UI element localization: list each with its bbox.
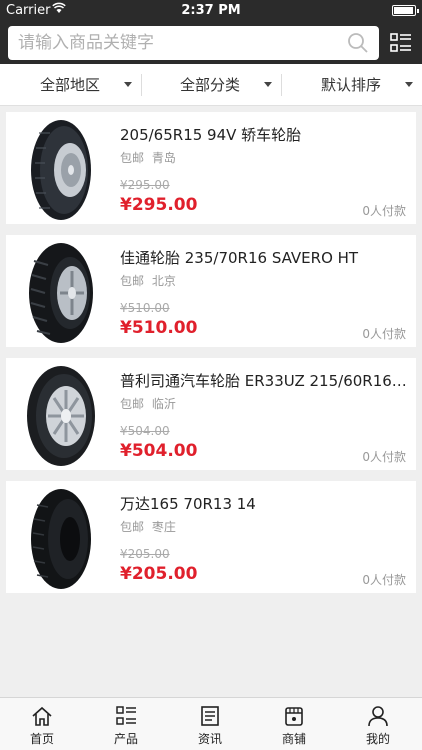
product-title[interactable]: 万达165 70R13 14 — [120, 493, 410, 514]
product-meta: 包邮 枣庄 — [120, 518, 180, 535]
divider — [141, 74, 142, 96]
tab-products[interactable]: 产品 — [84, 698, 168, 750]
product-meta: 包邮 北京 — [120, 272, 180, 289]
tab-shop[interactable]: 商铺 — [252, 698, 336, 750]
tire-image — [29, 243, 93, 343]
paid-count: 0人付款 — [362, 450, 406, 464]
shipping-label: 包邮 — [120, 274, 145, 288]
shipping-label: 包邮 — [120, 397, 145, 411]
user-icon — [368, 706, 388, 727]
shipping-label: 包邮 — [120, 520, 145, 534]
original-price: ¥295.00 — [120, 178, 170, 192]
original-price: ¥504.00 — [120, 424, 170, 438]
filter-sort[interactable]: 默认排序 — [321, 64, 417, 106]
tab-shop-label: 商铺 — [281, 732, 306, 746]
product-list-icon — [116, 706, 136, 725]
bottom-tab-bar: 首页 产品 资讯 商铺 我的 — [0, 697, 422, 750]
sale-price: ¥510.00 — [120, 318, 198, 338]
tab-news[interactable]: 资讯 — [168, 698, 252, 750]
search-icon[interactable] — [347, 32, 369, 54]
status-bar: Carrier 2:37 PM — [0, 0, 422, 22]
product-card[interactable]: 普利司通汽车轮胎 ER33UZ 215/60R16 95V 包邮 临沂 ¥504… — [6, 358, 416, 470]
product-title[interactable]: 佳通轮胎 235/70R16 SAVERO HT — [120, 247, 410, 268]
location-label: 临沂 — [151, 397, 176, 411]
tire-image — [27, 366, 95, 466]
location-label: 北京 — [151, 274, 176, 288]
chevron-down-icon — [264, 82, 272, 87]
product-meta: 包邮 临沂 — [120, 395, 180, 412]
sale-price: ¥205.00 — [120, 564, 198, 584]
location-label: 枣庄 — [151, 520, 176, 534]
app-header: Carrier 2:37 PM — [0, 0, 422, 64]
original-price: ¥510.00 — [120, 301, 170, 315]
tab-home-label: 首页 — [29, 732, 54, 746]
category-menu-icon[interactable] — [390, 32, 412, 54]
product-card[interactable]: 205/65R15 94V 轿车轮胎 包邮 青岛 ¥295.00 ¥295.00… — [6, 112, 416, 224]
filter-region-label: 全部地区 — [40, 76, 101, 94]
filter-bar: 全部地区 全部分类 默认排序 — [0, 64, 422, 106]
filter-category[interactable]: 全部分类 — [180, 64, 280, 106]
filter-sort-label: 默认排序 — [321, 76, 382, 94]
chevron-down-icon — [124, 82, 132, 87]
filter-category-label: 全部分类 — [180, 76, 241, 94]
battery-icon — [392, 5, 419, 16]
tire-image — [31, 120, 91, 220]
filter-region[interactable]: 全部地区 — [40, 64, 140, 106]
tab-news-label: 资讯 — [197, 732, 222, 746]
shipping-label: 包邮 — [120, 151, 145, 165]
product-title[interactable]: 205/65R15 94V 轿车轮胎 — [120, 124, 410, 145]
sale-price: ¥504.00 — [120, 441, 198, 461]
product-title[interactable]: 普利司通汽车轮胎 ER33UZ 215/60R16 95V — [120, 370, 410, 391]
location-label: 青岛 — [151, 151, 176, 165]
paid-count: 0人付款 — [362, 327, 406, 341]
tab-profile[interactable]: 我的 — [336, 698, 420, 750]
tab-products-label: 产品 — [113, 732, 138, 746]
search-input[interactable] — [8, 26, 338, 60]
search-box[interactable] — [8, 26, 379, 60]
chevron-down-icon — [405, 82, 413, 87]
news-icon — [201, 706, 219, 726]
tire-image — [31, 489, 91, 589]
paid-count: 0人付款 — [362, 573, 406, 587]
tab-profile-label: 我的 — [365, 732, 390, 746]
product-meta: 包邮 青岛 — [120, 149, 180, 166]
shop-icon — [285, 707, 303, 726]
paid-count: 0人付款 — [362, 204, 406, 218]
sale-price: ¥295.00 — [120, 195, 198, 215]
original-price: ¥205.00 — [120, 547, 170, 561]
product-card[interactable]: 万达165 70R13 14 包邮 枣庄 ¥205.00 ¥205.00 0人付… — [6, 481, 416, 593]
tab-home[interactable]: 首页 — [0, 698, 84, 750]
divider — [281, 74, 282, 96]
home-icon — [32, 706, 52, 726]
clock: 2:37 PM — [181, 3, 241, 18]
product-card[interactable]: 佳通轮胎 235/70R16 SAVERO HT 包邮 北京 ¥510.00 ¥… — [6, 235, 416, 347]
